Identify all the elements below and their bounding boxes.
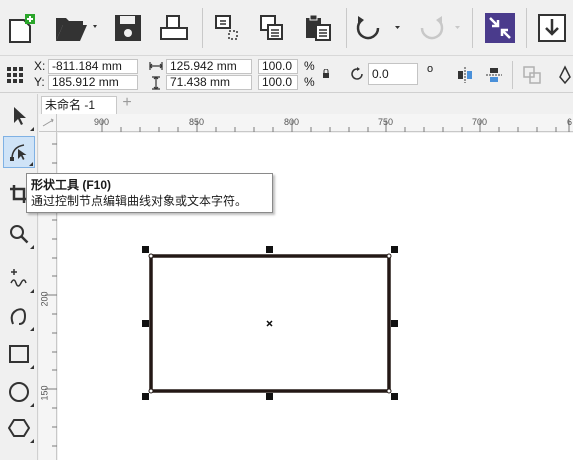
lock-ratio-icon[interactable] bbox=[322, 69, 330, 79]
print-icon bbox=[160, 15, 188, 40]
y-position-field[interactable]: 185.912 mm bbox=[48, 75, 138, 90]
artistic-media-tool[interactable] bbox=[3, 300, 35, 332]
print-button[interactable] bbox=[156, 10, 192, 46]
ruler-tick-label: 200 bbox=[39, 291, 50, 307]
rotation-field[interactable]: 0.0 bbox=[368, 63, 418, 85]
ruler-tick-label: 6 bbox=[567, 117, 573, 127]
width-field[interactable]: 125.942 mm bbox=[166, 59, 252, 74]
artistic-media-icon bbox=[10, 308, 27, 325]
pen-icon[interactable] bbox=[558, 65, 572, 85]
tooltip-shortcut: (F10) bbox=[82, 178, 112, 192]
height-icon bbox=[152, 76, 160, 90]
zoom-tool[interactable] bbox=[3, 218, 35, 250]
ruler-tick-label: 700 bbox=[472, 117, 488, 127]
fit-button[interactable] bbox=[482, 10, 518, 46]
ruler-tick-label: 850 bbox=[189, 117, 205, 127]
import-icon bbox=[538, 14, 566, 42]
x-position-field[interactable]: -811.184 mm bbox=[48, 59, 138, 74]
shape-tool-icon bbox=[10, 144, 27, 161]
document-tab[interactable]: 未命名 -1 bbox=[41, 96, 117, 114]
ellipse-tool[interactable] bbox=[3, 376, 35, 408]
copy-icon bbox=[260, 15, 283, 40]
percent-label: % bbox=[304, 59, 315, 73]
rectangle-icon bbox=[9, 345, 29, 363]
polygon-tool[interactable] bbox=[3, 412, 35, 444]
folder-open-icon bbox=[56, 18, 97, 41]
cut-icon bbox=[215, 15, 238, 40]
center-marker bbox=[266, 320, 273, 327]
cut-button[interactable] bbox=[208, 10, 244, 46]
fit-icon bbox=[485, 13, 515, 43]
ruler-tick-label: 750 bbox=[378, 117, 394, 127]
percent-label: % bbox=[304, 75, 315, 89]
paste-button[interactable] bbox=[300, 10, 336, 46]
ruler-tick-label: 800 bbox=[284, 117, 300, 127]
save-button[interactable] bbox=[110, 10, 146, 46]
convert-curves-icon[interactable] bbox=[522, 65, 542, 85]
freehand-icon bbox=[10, 269, 27, 287]
pick-tool[interactable] bbox=[3, 100, 35, 132]
undo-icon bbox=[356, 16, 400, 40]
ellipse-icon bbox=[9, 382, 29, 402]
tooltip-description: 通过控制节点编辑曲线对象或文本字符。 bbox=[31, 194, 248, 208]
coreldraw-window: X: -811.184 mm Y: 185.912 mm 125.942 mm … bbox=[0, 0, 573, 460]
shape-tool[interactable] bbox=[3, 136, 35, 168]
standard-toolbar bbox=[0, 0, 573, 56]
zoom-icon bbox=[10, 225, 29, 244]
ruler-origin-icon bbox=[42, 118, 54, 127]
polygon-icon bbox=[8, 419, 30, 437]
add-tab-button[interactable]: + bbox=[119, 95, 135, 113]
scale-x-field[interactable]: 100.0 bbox=[258, 59, 298, 74]
toolbox bbox=[0, 94, 38, 460]
degree-label: o bbox=[427, 63, 434, 75]
undo-button[interactable] bbox=[352, 10, 404, 46]
pointer-icon bbox=[14, 107, 26, 125]
ruler-tick-label: 150 bbox=[39, 385, 50, 401]
ruler-tick-label: 900 bbox=[94, 117, 110, 127]
redo-button[interactable] bbox=[412, 10, 464, 46]
x-label: X: bbox=[34, 59, 46, 73]
scale-y-field[interactable]: 100.0 bbox=[258, 75, 298, 90]
paste-icon bbox=[306, 14, 331, 41]
new-document-icon bbox=[9, 14, 35, 43]
import-button[interactable] bbox=[534, 10, 570, 46]
new-document-button[interactable] bbox=[4, 10, 40, 46]
rectangle-tool[interactable] bbox=[3, 338, 35, 370]
save-icon bbox=[115, 15, 141, 41]
object-origin-icon[interactable] bbox=[6, 66, 24, 84]
rotate-icon bbox=[351, 67, 363, 80]
tooltip-title-text: 形状工具 bbox=[31, 178, 80, 192]
copy-button[interactable] bbox=[254, 10, 290, 46]
mirror-vertical-icon[interactable] bbox=[485, 66, 503, 84]
width-icon bbox=[149, 62, 163, 70]
y-label: Y: bbox=[34, 75, 45, 89]
shape-tool-tooltip: 形状工具 (F10) 通过控制节点编辑曲线对象或文本字符。 bbox=[26, 173, 273, 213]
redo-icon bbox=[420, 16, 460, 40]
horizontal-ruler[interactable]: 900 850 800 750 700 6 bbox=[57, 114, 573, 132]
mirror-horizontal-icon[interactable] bbox=[456, 66, 474, 84]
height-field[interactable]: 71.438 mm bbox=[166, 75, 252, 90]
ruler-origin[interactable] bbox=[39, 114, 57, 132]
property-bar: X: -811.184 mm Y: 185.912 mm 125.942 mm … bbox=[0, 57, 573, 93]
document-tabbar: 未命名 -1 + bbox=[39, 94, 573, 114]
open-button[interactable] bbox=[52, 10, 102, 46]
tooltip-title: 形状工具 (F10) bbox=[31, 177, 268, 193]
freehand-tool[interactable] bbox=[3, 262, 35, 294]
